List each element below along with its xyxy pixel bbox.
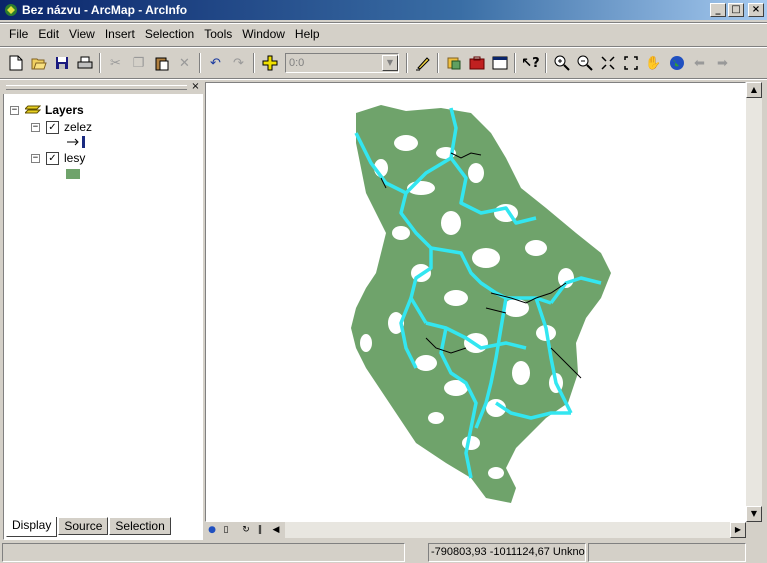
forward-icon[interactable]: ➡	[711, 52, 734, 74]
toc-grip	[6, 85, 187, 90]
layers-root-label: Layers	[45, 103, 84, 117]
layer-name: zelez	[64, 120, 93, 134]
toolbar-separator	[0, 46, 767, 48]
toc-title-bar[interactable]: ×	[3, 82, 203, 94]
window-title: Bez názvu - ArcMap - ArcInfo	[22, 3, 188, 17]
arccatalog-icon[interactable]	[442, 52, 465, 74]
new-icon[interactable]	[4, 52, 27, 74]
arctoolbox-icon[interactable]	[465, 52, 488, 74]
layer-visibility-checkbox[interactable]: ✓	[46, 120, 59, 134]
menu-edit[interactable]: Edit	[33, 27, 64, 41]
menu-window[interactable]: Window	[237, 27, 290, 41]
forest-layer	[351, 105, 611, 503]
map-scale-value: 0:0	[289, 57, 305, 69]
horizontal-scrollbar[interactable]: ▶	[285, 522, 746, 538]
status-extra	[588, 543, 746, 562]
status-bar: -790803,93 -1011124,67 Unkno	[0, 543, 767, 563]
zoom-out-icon[interactable]	[573, 52, 596, 74]
open-icon[interactable]	[27, 52, 50, 74]
menu-insert[interactable]: Insert	[100, 27, 140, 41]
pause-drawing-icon[interactable]: ‖	[253, 523, 267, 537]
scroll-down-icon[interactable]: ▼	[746, 506, 762, 522]
forest-legend-patch	[66, 169, 80, 179]
fixed-zoom-out-icon[interactable]	[619, 52, 642, 74]
standard-toolbar: ✂ ❐ ✕ ↶ ↷ 0:0 ▼ ↖? ✋ ⬅ ➡	[0, 50, 767, 76]
close-button[interactable]: ×	[748, 3, 764, 17]
coordinate-readout: -790803,93 -1011124,67 Unkno	[428, 543, 586, 562]
scroll-up-icon[interactable]: ▲	[746, 82, 762, 98]
maximize-button[interactable]: □	[728, 3, 744, 17]
view-switch-buttons: ● ▯ ↻ ‖ ◀	[205, 522, 283, 538]
toolbar-divider	[437, 53, 439, 73]
vertical-scrollbar[interactable]: ▲ ▼	[746, 82, 762, 522]
chevron-down-icon[interactable]: ▼	[382, 55, 398, 71]
map-canvas[interactable]	[206, 83, 745, 521]
railway-legend-symbol	[67, 136, 85, 148]
zoom-in-icon[interactable]	[550, 52, 573, 74]
fixed-zoom-in-icon[interactable]	[596, 52, 619, 74]
content-separator	[0, 78, 767, 80]
toolbar-divider	[406, 53, 408, 73]
status-message	[2, 543, 405, 562]
redo-icon[interactable]: ↷	[227, 52, 250, 74]
map-display[interactable]	[205, 82, 746, 522]
menu-tools[interactable]: Tools	[199, 27, 237, 41]
menu-file[interactable]: File	[4, 27, 33, 41]
toolbar-divider	[545, 53, 547, 73]
collapse-icon[interactable]: −	[31, 122, 40, 132]
print-icon[interactable]	[73, 52, 96, 74]
save-icon[interactable]	[50, 52, 73, 74]
data-view-icon[interactable]: ●	[205, 523, 219, 537]
tab-source[interactable]: Source	[58, 517, 109, 535]
collapse-icon[interactable]: −	[31, 153, 40, 163]
map-bottom-bar: ● ▯ ↻ ‖ ◀ ▶	[205, 522, 746, 538]
delete-icon[interactable]: ✕	[173, 52, 196, 74]
menu-help[interactable]: Help	[290, 27, 325, 41]
add-data-icon[interactable]	[258, 52, 281, 74]
undo-icon[interactable]: ↶	[204, 52, 227, 74]
layers-icon	[25, 105, 41, 114]
tree-row-layer-zelez[interactable]: − ✓ zelez	[31, 119, 92, 135]
toolbar-divider	[99, 53, 101, 73]
toc-tabs: Display Source Selection	[6, 517, 172, 537]
layer-visibility-checkbox[interactable]: ✓	[46, 151, 59, 165]
map-scale-combo[interactable]: 0:0 ▼	[285, 53, 399, 73]
command-line-icon[interactable]	[488, 52, 511, 74]
minimize-button[interactable]: _	[710, 3, 726, 17]
arcmap-app-icon	[5, 4, 17, 16]
toolbar-divider	[514, 53, 516, 73]
tree-row-layers[interactable]: − Layers	[10, 102, 84, 118]
collapse-icon[interactable]: −	[10, 105, 19, 115]
toolbar-divider	[199, 53, 201, 73]
scroll-right-icon[interactable]: ▶	[730, 522, 746, 538]
whats-this-icon[interactable]: ↖?	[519, 52, 542, 74]
menu-view[interactable]: View	[64, 27, 100, 41]
tree-row-layer-lesy[interactable]: − ✓ lesy	[31, 150, 85, 166]
layer-name: lesy	[64, 151, 86, 165]
editor-icon[interactable]	[411, 52, 434, 74]
copy-icon[interactable]: ❐	[127, 52, 150, 74]
toolbar-divider	[253, 53, 255, 73]
cut-icon[interactable]: ✂	[104, 52, 127, 74]
close-icon[interactable]: ×	[190, 82, 201, 93]
full-extent-icon[interactable]	[665, 52, 688, 74]
tab-display[interactable]: Display	[6, 517, 58, 537]
layout-view-icon[interactable]: ▯	[219, 523, 233, 537]
refresh-icon[interactable]: ↻	[239, 523, 253, 537]
pan-icon[interactable]: ✋	[642, 52, 665, 74]
title-bar: Bez názvu - ArcMap - ArcInfo _ □ ×	[0, 0, 767, 20]
menu-selection[interactable]: Selection	[140, 27, 199, 41]
menu-bar: File Edit View Insert Selection Tools Wi…	[0, 24, 325, 44]
paste-icon[interactable]	[150, 52, 173, 74]
back-icon[interactable]: ⬅	[688, 52, 711, 74]
tab-selection[interactable]: Selection	[109, 517, 171, 535]
scroll-left-icon[interactable]: ◀	[269, 523, 283, 537]
